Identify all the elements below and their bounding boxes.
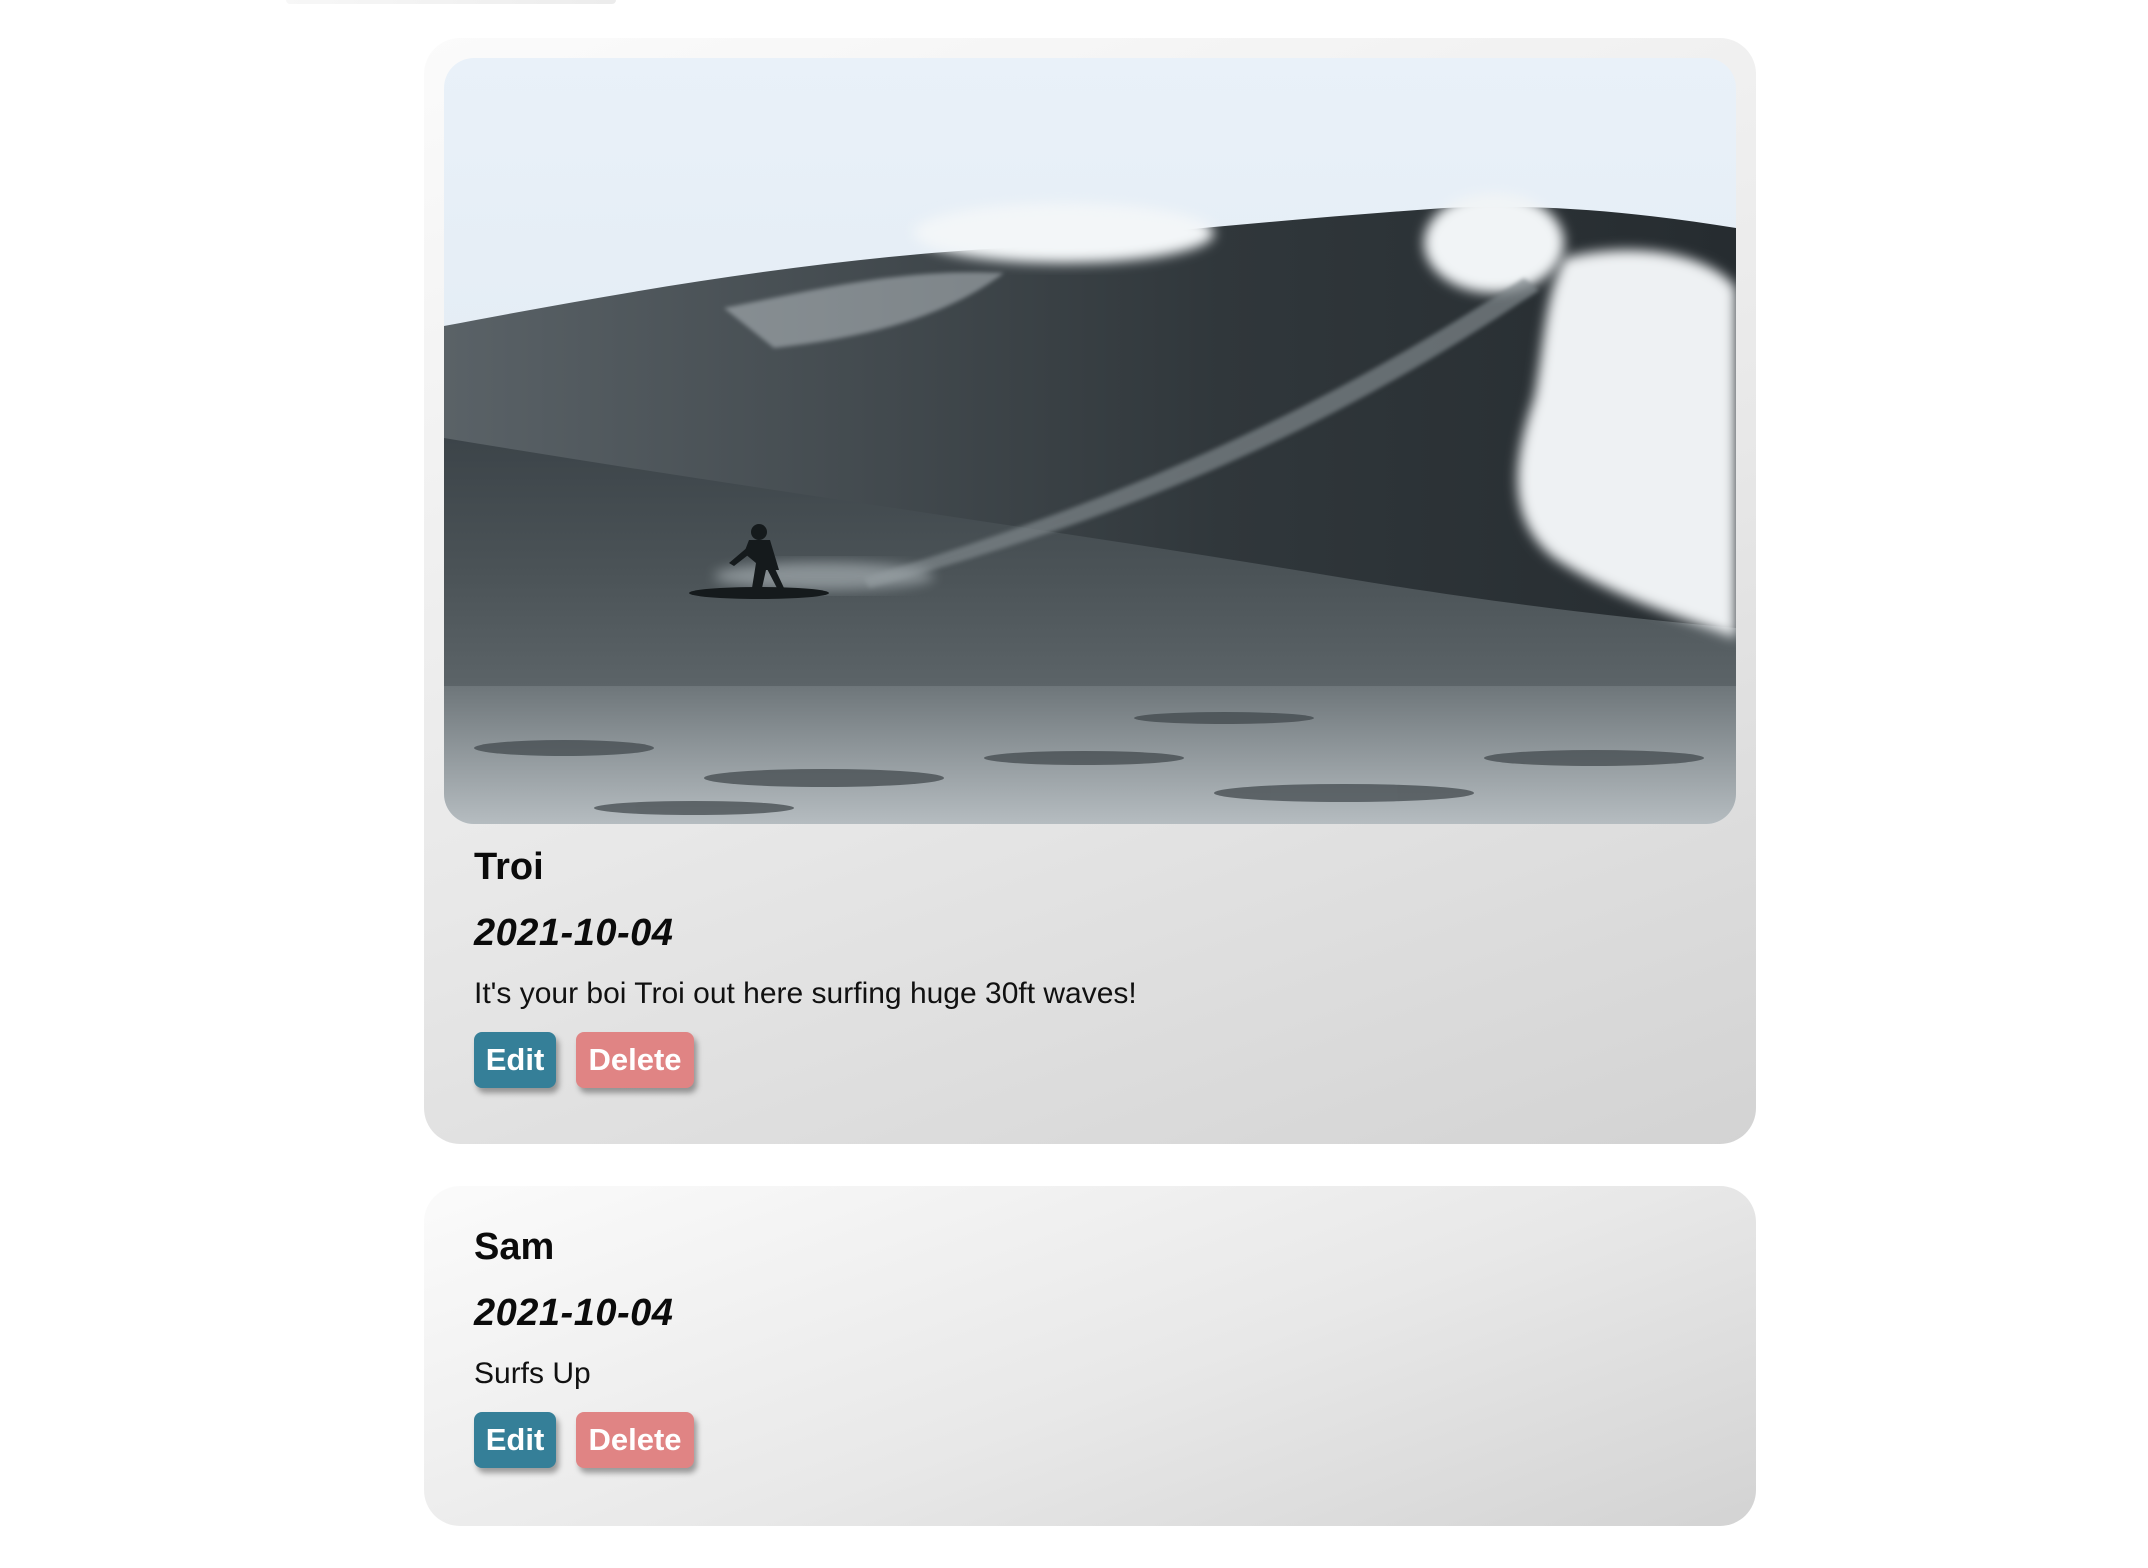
post-author: Sam xyxy=(474,1226,555,1268)
post-text: Surfs Up xyxy=(474,1357,591,1390)
post-body: Sam 2021-10-04 Surfs Up Edit Delete xyxy=(444,1226,1736,1468)
post-card: Troi 2021-10-04 It's your boi Troi out h… xyxy=(424,38,1756,1144)
post-actions: Edit Delete xyxy=(474,1412,1736,1468)
post-feed: Troi 2021-10-04 It's your boi Troi out h… xyxy=(424,38,1756,1568)
post-author: Troi xyxy=(474,846,544,888)
post-date: 2021-10-04 xyxy=(474,1292,674,1334)
post-body: Troi 2021-10-04 It's your boi Troi out h… xyxy=(444,846,1736,1088)
post-text: It's your boi Troi out here surfing huge… xyxy=(474,977,1137,1010)
edit-button[interactable]: Edit xyxy=(474,1032,556,1088)
post-card: Sam 2021-10-04 Surfs Up Edit Delete xyxy=(424,1186,1756,1526)
post-actions: Edit Delete xyxy=(474,1032,1736,1088)
delete-button[interactable]: Delete xyxy=(576,1412,694,1468)
delete-button[interactable]: Delete xyxy=(576,1032,694,1088)
post-image xyxy=(444,58,1736,824)
edit-button[interactable]: Edit xyxy=(474,1412,556,1468)
post-date: 2021-10-04 xyxy=(474,912,674,954)
top-tab-decoration xyxy=(286,0,616,4)
